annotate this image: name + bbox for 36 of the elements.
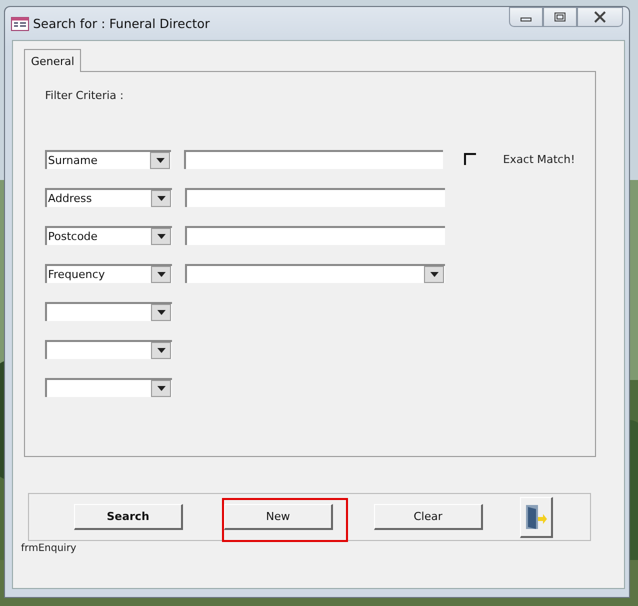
- caret-icon: [156, 196, 166, 200]
- value-field[interactable]: [184, 150, 443, 168]
- field-dropdown[interactable]: [45, 302, 172, 320]
- exact-match-label: Exact Match!: [502, 152, 575, 166]
- action-button[interactable]: New: [224, 504, 333, 530]
- maximize-icon: [554, 12, 566, 22]
- caret-icon: [156, 158, 165, 162]
- close-button[interactable]: [577, 7, 623, 27]
- value-dropdown[interactable]: [185, 264, 445, 282]
- value-field[interactable]: [185, 226, 445, 244]
- action-button[interactable]: Search: [74, 504, 183, 530]
- field-dropdown[interactable]: [45, 340, 172, 358]
- field-dropdown[interactable]: Postcode: [45, 226, 172, 244]
- exit-button[interactable]: [520, 496, 553, 538]
- field-dropdown[interactable]: Surname: [45, 150, 172, 168]
- exact-match-checkbox[interactable]: [464, 153, 476, 165]
- caret-icon: [156, 386, 166, 390]
- form-icon: [11, 16, 29, 30]
- minimize-button[interactable]: [509, 7, 543, 27]
- value-field[interactable]: [185, 188, 445, 206]
- maximize-button[interactable]: [543, 7, 577, 27]
- filter-label: Filter Criteria :: [45, 89, 124, 102]
- caret-icon: [156, 348, 166, 352]
- caret-icon: [430, 272, 438, 276]
- form-name: frmEnquiry: [21, 543, 76, 554]
- close-icon: [593, 11, 607, 23]
- field-dropdown[interactable]: [45, 378, 172, 396]
- caret-icon: [156, 272, 166, 276]
- caret-icon: [156, 310, 166, 314]
- tab[interactable]: General: [24, 49, 82, 72]
- caret-icon: [156, 234, 166, 238]
- window-title: Search for : Funeral Director: [33, 16, 210, 31]
- action-button[interactable]: Clear: [374, 504, 483, 530]
- door-exit-icon: [525, 504, 547, 530]
- field-dropdown[interactable]: Frequency: [45, 264, 172, 282]
- field-dropdown[interactable]: Address: [45, 188, 172, 206]
